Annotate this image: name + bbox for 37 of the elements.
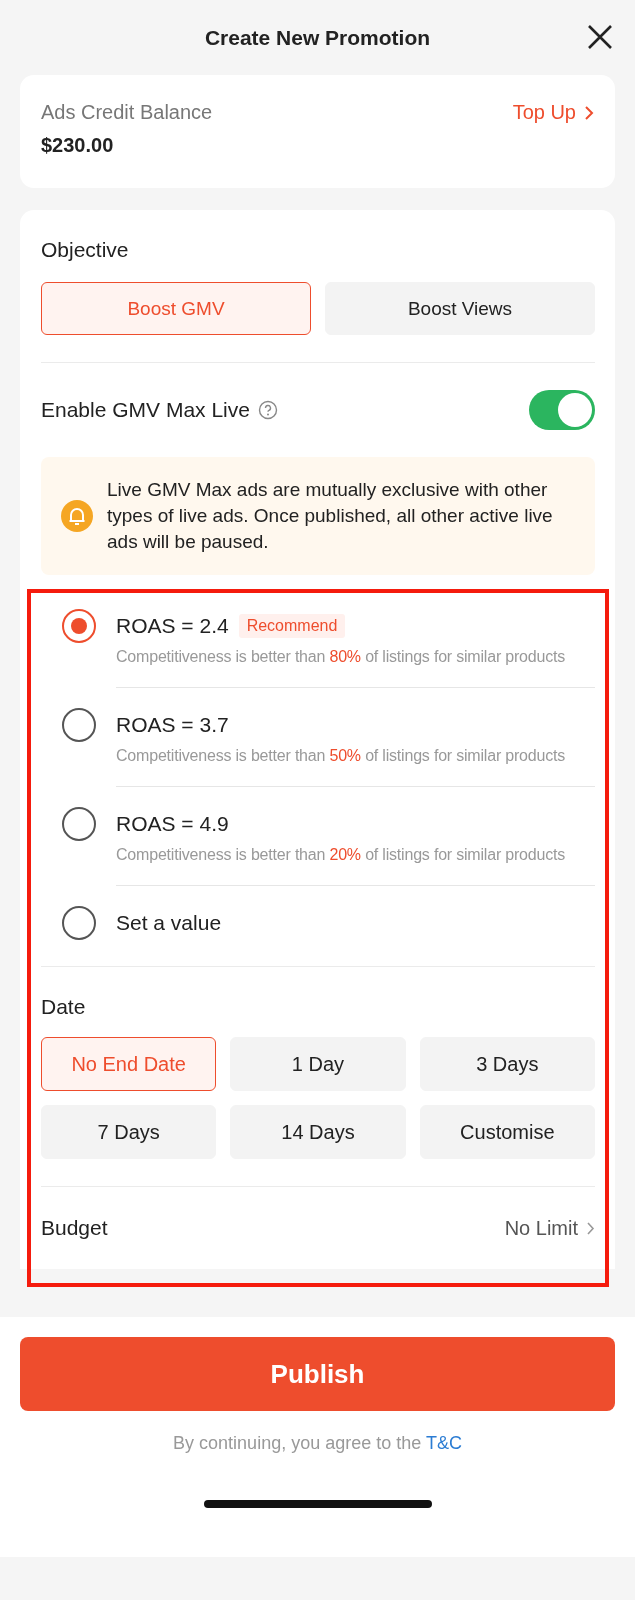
budget-label: Budget <box>41 1216 108 1240</box>
objective-option[interactable]: Boost Views <box>325 282 595 335</box>
option-description: Competitiveness is better than 50% of listings for similar products <box>116 746 567 766</box>
radio-button[interactable] <box>62 807 96 841</box>
section-label: Date <box>41 994 87 1019</box>
terms-text: By continuing, you agree to the T&C <box>173 1433 462 1454</box>
section-label: Objective <box>41 237 130 262</box>
date-option[interactable]: Customise <box>419 1105 595 1159</box>
close-icon[interactable] <box>587 24 613 50</box>
page-title: Create New Promotion <box>204 25 431 50</box>
chevron-icon <box>586 1220 595 1236</box>
terms-link[interactable]: T&C <box>425 1433 462 1453</box>
balance-amount: $230.00 <box>41 134 115 157</box>
balance-label: Ads Credit Balance <box>41 101 213 124</box>
radio-button[interactable] <box>62 609 96 643</box>
radio-button[interactable] <box>62 906 96 940</box>
option-label: ROAS = 4.9 <box>116 812 229 836</box>
option-label: Set a value <box>116 911 222 935</box>
date-option[interactable]: 1 Day <box>230 1037 406 1091</box>
publish-button[interactable]: Publish <box>20 1337 615 1411</box>
budget-value[interactable]: No Limit <box>504 1216 595 1240</box>
option-label: ROAS = 3.7 <box>116 713 229 737</box>
bell-icon <box>61 500 93 532</box>
option-description: Competitiveness is better than 20% of listings for similar products <box>116 845 567 865</box>
help-icon[interactable] <box>257 400 278 420</box>
toggle-switch[interactable] <box>529 390 595 430</box>
chevron-icon <box>584 104 594 121</box>
recommend-badge: Recommend <box>238 614 346 638</box>
radio-button[interactable] <box>62 708 96 742</box>
date-option[interactable]: 7 Days <box>41 1105 217 1159</box>
option-label: ROAS = 2.4 <box>116 614 229 638</box>
top-up-link[interactable]: Top Up <box>512 101 594 124</box>
option-description: Competitiveness is better than 80% of listings for similar products <box>116 647 567 667</box>
date-option[interactable]: 3 Days <box>419 1037 595 1091</box>
notice-text: Live GMV Max ads are mutually exclusive with other types of live ads. Once published, all other active live ads will be paused. <box>107 478 554 554</box>
date-option[interactable]: 14 Days <box>230 1105 406 1159</box>
toggle-label: Enable GMV Max Live <box>41 398 250 422</box>
